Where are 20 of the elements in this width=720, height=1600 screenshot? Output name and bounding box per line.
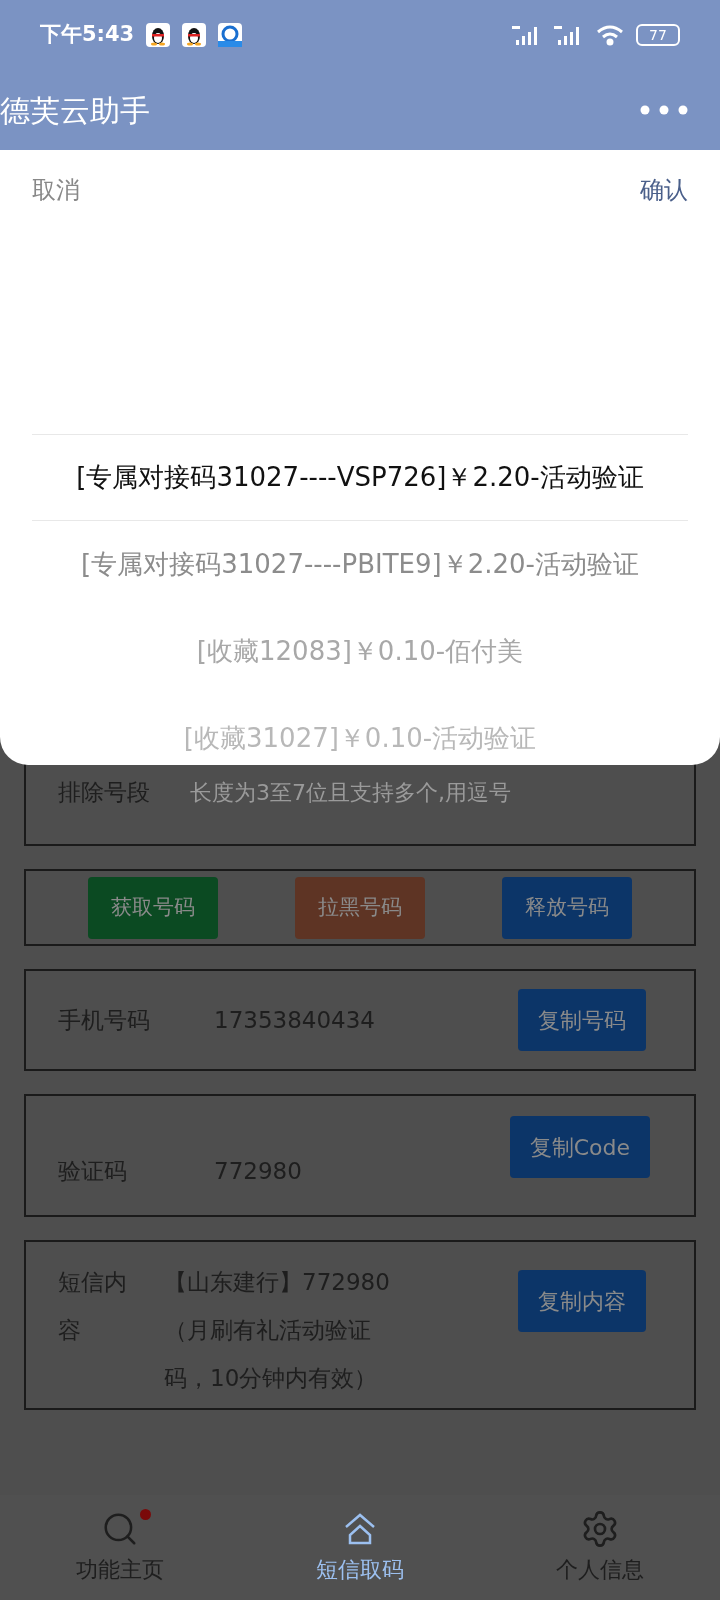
nav-tab[interactable]: 短信取码 xyxy=(240,1495,480,1600)
wifi-icon xyxy=(596,24,624,46)
picker-option[interactable]: [专属对接码31027----PBITE9]￥2.20-活动验证 xyxy=(32,521,688,608)
battery-level: 77 xyxy=(649,28,667,42)
action-button[interactable]: 释放号码 xyxy=(501,876,632,939)
action-button[interactable]: 拉黑号码 xyxy=(295,876,425,939)
bank-app-icon xyxy=(218,23,243,47)
copy-number-button[interactable]: 复制号码 xyxy=(518,989,646,1051)
cancel-button[interactable]: 取消 xyxy=(32,172,80,208)
copy-content-button[interactable]: 复制内容 xyxy=(518,1270,646,1332)
picker-option[interactable]: [专属对接码31027----VSP726]￥2.20-活动验证 xyxy=(32,434,688,521)
app-title: 德芙云助手 xyxy=(0,91,150,130)
action-button[interactable]: 获取号码 xyxy=(88,876,219,939)
penguin-icon xyxy=(146,23,171,47)
confirm-button[interactable]: 确认 xyxy=(640,172,688,208)
more-icon[interactable] xyxy=(640,105,688,115)
penguin-icon xyxy=(182,23,207,47)
copy-code-button[interactable]: 复制Code xyxy=(509,1116,650,1178)
status-time: 下午5:43 xyxy=(40,21,135,49)
picker-option[interactable]: [收藏12083]￥0.10-佰付美 xyxy=(32,608,688,695)
